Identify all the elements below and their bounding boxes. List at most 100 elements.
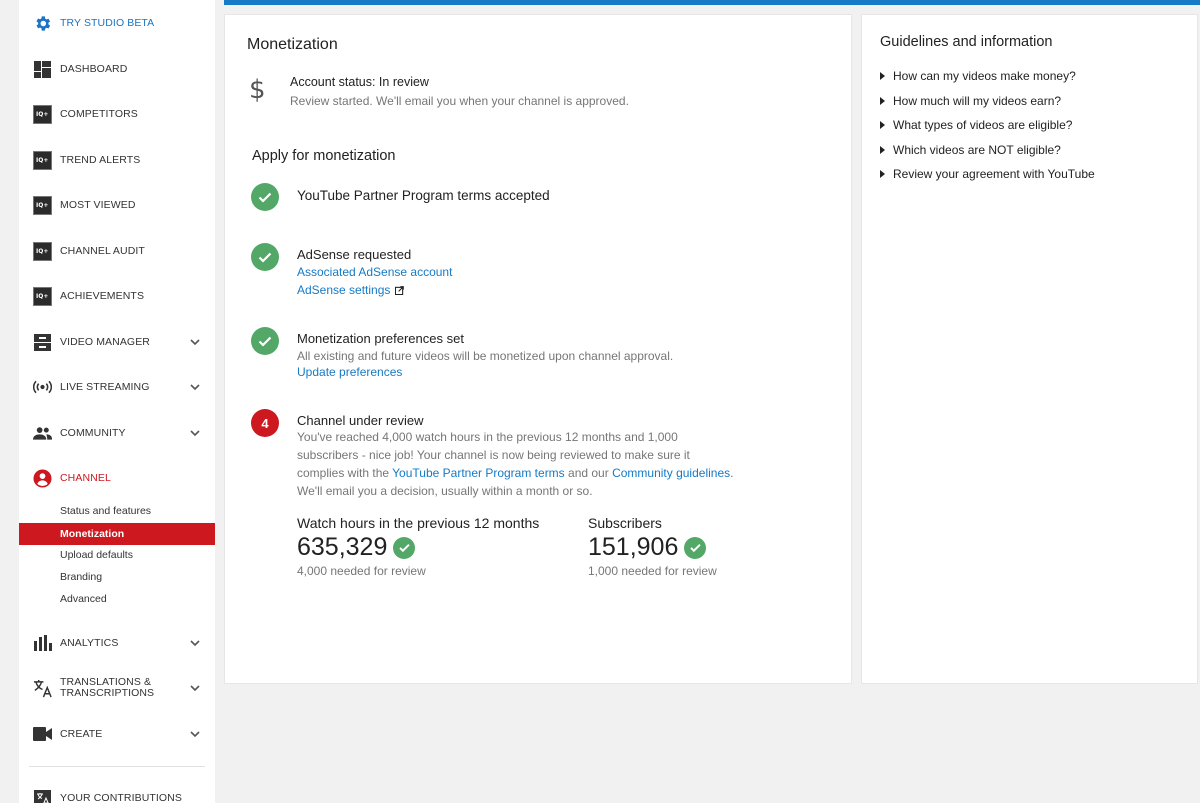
sidebar-item-channel[interactable]: CHANNEL [19, 463, 215, 493]
guideline-item[interactable]: Review your agreement with YouTube [880, 167, 1095, 181]
sidebar-item-live-streaming[interactable]: LIVE STREAMING [19, 372, 215, 402]
adsense-settings-link[interactable]: AdSense settings [297, 283, 405, 297]
sidebar-item-label: MOST VIEWED [60, 198, 136, 211]
chevron-down-icon[interactable] [189, 381, 201, 393]
step-2-title: AdSense requested [297, 247, 412, 262]
check-icon [251, 243, 279, 271]
sidebar: TRY STUDIO BETA DASHBOARD IQ+ COMPETITOR… [19, 0, 215, 803]
sidebar-item-label: YOUR CONTRIBUTIONS [60, 791, 182, 803]
account-status-desc: Review started. We'll email you when you… [290, 94, 629, 108]
account-status-title: Account status: In review [290, 75, 429, 89]
sidebar-item-most-viewed[interactable]: IQ+ MOST VIEWED [19, 190, 215, 220]
caret-right-icon [880, 121, 885, 129]
create-icon [33, 725, 52, 744]
tubebuddy-icon: IQ+ [33, 286, 52, 306]
check-icon [393, 536, 416, 559]
translate-icon [33, 789, 52, 803]
sidebar-item-label: COMPETITORS [60, 107, 138, 120]
dashboard-icon [33, 60, 52, 79]
sidebar-subitem-label: Upload defaults [60, 549, 133, 561]
guidelines-title: Guidelines and information [880, 34, 1053, 50]
tubebuddy-icon: IQ+ [33, 150, 52, 170]
associated-adsense-link[interactable]: Associated AdSense account [297, 265, 452, 279]
step-3-desc: All existing and future videos will be m… [297, 349, 674, 363]
sidebar-item-try-studio-beta[interactable]: TRY STUDIO BETA [19, 8, 215, 38]
chevron-down-icon[interactable] [189, 637, 201, 649]
sidebar-item-label: DASHBOARD [60, 62, 128, 75]
tubebuddy-icon: IQ+ [33, 241, 52, 261]
watch-hours-note: 4,000 needed for review [297, 564, 426, 578]
sidebar-subitem-upload-defaults[interactable]: Upload defaults [19, 544, 215, 566]
update-preferences-link[interactable]: Update preferences [297, 365, 402, 379]
guideline-item-label: How much will my videos earn? [893, 94, 1062, 108]
step-4-desc-part: and our [564, 466, 613, 480]
check-icon [684, 536, 707, 559]
sidebar-item-trend-alerts[interactable]: IQ+ TREND ALERTS [19, 145, 215, 175]
sidebar-subitem-monetization[interactable]: Monetization [19, 523, 215, 545]
sidebar-item-your-contributions[interactable]: YOUR CONTRIBUTIONS [19, 783, 215, 803]
guideline-item[interactable]: What types of videos are eligible? [880, 118, 1072, 132]
watch-hours-value: 635,329 [297, 533, 388, 561]
step-4-title: Channel under review [297, 413, 424, 428]
apply-heading: Apply for monetization [252, 148, 396, 164]
sidebar-subitem-label: Advanced [60, 593, 107, 605]
sidebar-item-video-manager[interactable]: VIDEO MANAGER [19, 327, 215, 357]
subscribers-note: 1,000 needed for review [588, 564, 717, 578]
partner-program-terms-link[interactable]: YouTube Partner Program terms [392, 466, 565, 480]
sidebar-subitem-branding[interactable]: Branding [19, 566, 215, 588]
dollar-icon: $ [249, 75, 266, 105]
sidebar-item-competitors[interactable]: IQ+ COMPETITORS [19, 99, 215, 129]
translate-icon [33, 679, 52, 698]
top-accent-bar [224, 0, 1200, 5]
caret-right-icon [880, 97, 885, 105]
guideline-item-label: Which videos are NOT eligible? [893, 143, 1061, 157]
sidebar-item-achievements[interactable]: IQ+ ACHIEVEMENTS [19, 281, 215, 311]
live-streaming-icon [33, 378, 52, 397]
subscribers-value: 151,906 [588, 533, 679, 561]
sidebar-item-community[interactable]: COMMUNITY [19, 418, 215, 448]
sidebar-item-label: TRY STUDIO BETA [60, 16, 155, 29]
sidebar-item-label: TRANSLATIONS & TRANSCRIPTIONS [60, 677, 154, 699]
sidebar-item-create[interactable]: CREATE [19, 719, 215, 749]
monetization-card: Monetization $ Account status: In review… [224, 14, 852, 684]
sidebar-item-label: COMMUNITY [60, 426, 126, 439]
sidebar-item-channel-audit[interactable]: IQ+ CHANNEL AUDIT [19, 236, 215, 266]
translations-label-line2: TRANSCRIPTIONS [60, 687, 155, 699]
community-guidelines-link[interactable]: Community guidelines [612, 466, 730, 480]
chevron-down-icon[interactable] [189, 336, 201, 348]
sidebar-item-label: CHANNEL [60, 471, 111, 484]
tubebuddy-icon: IQ+ [33, 104, 52, 124]
sidebar-item-label: LIVE STREAMING [60, 380, 150, 393]
sidebar-item-dashboard[interactable]: DASHBOARD [19, 54, 215, 84]
chevron-down-icon[interactable] [189, 682, 201, 694]
community-icon [33, 424, 52, 443]
step-4-number-badge: 4 [251, 409, 279, 437]
sidebar-item-translations[interactable]: TRANSLATIONS & TRANSCRIPTIONS [19, 673, 215, 703]
gear-icon [33, 14, 52, 33]
sidebar-subitem-advanced[interactable]: Advanced [19, 588, 215, 610]
sidebar-item-label: CHANNEL AUDIT [60, 244, 145, 257]
guideline-item[interactable]: Which videos are NOT eligible? [880, 143, 1061, 157]
guideline-item[interactable]: How much will my videos earn? [880, 94, 1061, 108]
sidebar-subitem-status-and-features[interactable]: Status and features [19, 500, 215, 522]
subscribers-value-row: 151,906 [588, 533, 707, 562]
sidebar-item-label: ACHIEVEMENTS [60, 289, 145, 302]
check-icon [251, 183, 279, 211]
analytics-icon [33, 634, 52, 653]
video-manager-icon [33, 333, 52, 352]
chevron-down-icon[interactable] [189, 728, 201, 740]
external-link-icon [395, 285, 405, 295]
sidebar-subitem-label: Status and features [60, 505, 152, 517]
adsense-settings-label: AdSense settings [297, 283, 391, 297]
sidebar-item-label: ANALYTICS [60, 636, 119, 649]
tubebuddy-icon: IQ+ [33, 195, 52, 215]
guideline-item[interactable]: How can my videos make money? [880, 69, 1076, 83]
chevron-down-icon[interactable] [189, 427, 201, 439]
watch-hours-value-row: 635,329 [297, 533, 416, 562]
check-icon [251, 327, 279, 355]
page-title: Monetization [247, 36, 338, 53]
guideline-item-label: How can my videos make money? [893, 69, 1076, 83]
guideline-item-label: Review your agreement with YouTube [893, 167, 1095, 181]
sidebar-item-analytics[interactable]: ANALYTICS [19, 628, 215, 658]
step-4-desc: You've reached 4,000 watch hours in the … [297, 428, 737, 500]
